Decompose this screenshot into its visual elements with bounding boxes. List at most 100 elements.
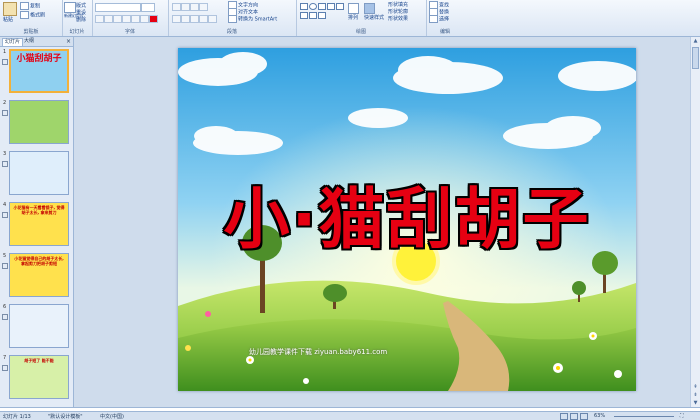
font-group-label: 字体 [124,29,135,35]
tab-slides[interactable]: 幻灯片 [2,38,24,46]
bullets-button[interactable] [172,3,181,11]
fit-to-window-icon[interactable]: ⛶ [680,413,684,419]
oval-shape-icon[interactable] [309,3,317,10]
copy-button[interactable]: 复制 [20,2,40,10]
delete-button[interactable]: 删除 [76,16,86,23]
slide-thumbnail-row[interactable]: 7 胡子短了 能不能 [0,355,73,403]
quick-styles-button[interactable]: 快速样式 [364,3,384,21]
next-slide-icon[interactable]: ⇟ [691,391,700,399]
layout-button[interactable]: 版式 [76,2,86,9]
rectangle-shape-icon[interactable] [300,3,308,10]
slides-group-label: 幻灯片 [69,29,85,35]
numbering-button[interactable] [181,3,190,11]
decrease-indent-button[interactable] [190,3,199,11]
increase-indent-button[interactable] [199,3,208,11]
brace-shape-icon[interactable] [318,12,326,19]
convert-smartart-button[interactable]: 转换为 SmartArt [228,15,277,23]
star-shape-icon[interactable] [300,12,308,19]
paragraph-group: 文字方向 对齐文本 转换为 SmartArt 段落 [168,0,297,36]
slide-thumbnail[interactable]: 小猫刮胡子 [9,49,69,93]
reset-button[interactable]: 重设 [76,9,86,16]
arrange-label: 排列 [348,15,359,21]
slide-thumbnail-row[interactable]: 5 小花猫觉得自己的胡子太长, 拿起剪刀把胡子剪短 [0,253,73,301]
thumbnail-text: 胡子短了 能不能 [24,358,54,363]
triangle-shape-icon[interactable] [336,3,344,10]
slide-thumbnail-row[interactable]: 6 [0,304,73,352]
clipboard-group: 粘贴 复制 格式刷 剪贴板 [0,0,63,36]
slide-thumbnail[interactable]: 小花猫有一天看看镜子, 觉得胡子太长, 拿来剪刀 [9,202,69,246]
convert-smartart-label: 转换为 SmartArt [238,16,278,23]
callout-shape-icon[interactable] [309,12,317,19]
slide-title[interactable]: 小·猫刮胡子 [178,166,636,262]
previous-slide-icon[interactable]: ⇞ [691,383,700,391]
shadow-button[interactable] [122,15,131,23]
slide-thumbnail-row[interactable]: 3 [0,151,73,199]
select-button[interactable]: 选择 [429,15,449,23]
scroll-up-icon[interactable]: ▲ [691,37,700,45]
align-right-button[interactable] [190,15,199,23]
align-center-button[interactable] [181,15,190,23]
slide-thumbnail[interactable]: 胡子短了 能不能 [9,355,69,399]
justify-button[interactable] [199,15,208,23]
scroll-down-icon[interactable]: ▼ [691,399,700,407]
shape-effects-button[interactable]: 形状效果 [388,15,408,22]
bold-button[interactable] [95,15,104,23]
strikethrough-button[interactable] [131,15,140,23]
format-painter-button[interactable]: 格式刷 [20,11,45,19]
drawing-group-label: 绘图 [355,29,366,35]
slide-number: 7 [3,355,7,361]
shape-fill-button[interactable]: 形状填充 [388,1,408,8]
font-color-button[interactable] [149,15,158,23]
thumbnail-text [10,152,68,158]
slide-thumbnail-row[interactable]: 4 小花猫有一天看看镜子, 觉得胡子太长, 拿来剪刀 [0,202,73,250]
underline-button[interactable] [113,15,122,23]
editing-group-label: 编辑 [439,29,450,35]
arrange-icon [348,3,359,14]
thumbnail-text [10,101,68,107]
paste-button[interactable]: 粘贴 [3,2,17,23]
zoom-slider[interactable] [614,416,674,417]
paste-icon [3,2,17,16]
slide-number: 3 [3,151,7,157]
close-icon[interactable]: × [66,38,71,45]
editing-group: 查找 替换 选择 编辑 [426,0,464,36]
char-spacing-button[interactable] [140,15,149,23]
pane-tabs: 幻灯片 大纲 × [0,37,73,47]
scroll-thumb[interactable] [692,47,699,69]
slide-number: 5 [3,253,7,259]
font-name-select[interactable] [95,3,141,12]
align-left-button[interactable] [172,15,181,23]
font-size-select[interactable] [141,3,155,12]
vertical-scrollbar[interactable]: ▲ ⇞ ⇟ ▼ [690,37,700,407]
slide-number: 4 [3,202,7,208]
thumbnail-text: 小花猫觉得自己的胡子太长, 拿起剪刀把胡子剪短 [14,256,64,266]
slide-thumbnail-row[interactable]: 1 小猫刮胡子 [0,49,73,97]
italic-button[interactable] [104,15,113,23]
slide-thumbnail[interactable] [9,151,69,195]
slide-thumbnail[interactable] [9,304,69,348]
copy-label: 复制 [30,3,41,10]
smartart-icon [228,15,237,23]
slide-thumbnail[interactable]: 小花猫觉得自己的胡子太长, 拿起剪刀把胡子剪短 [9,253,69,297]
delete-label: 删除 [76,17,87,23]
animation-icon [2,212,8,218]
line-shape-icon[interactable] [318,3,326,10]
tab-outline[interactable]: 大纲 [22,38,36,45]
slide-thumbnail[interactable] [9,100,69,144]
paragraph-group-label: 段落 [226,29,237,35]
slide-credit: 幼儿园教学课件下载 ziyuan.baby611.com [249,348,388,356]
arrange-button[interactable]: 排列 [348,3,359,21]
zoom-level[interactable]: 63% [594,413,605,419]
clipboard-group-label: 剪贴板 [23,29,39,35]
quick-styles-label: 快速样式 [364,15,385,21]
select-label: 选择 [439,16,450,23]
drawing-group: 排列 快速样式 形状填充 形状轮廓 形状效果 绘图 [296,0,427,36]
columns-button[interactable] [208,15,217,23]
slide-canvas[interactable]: 小·猫刮胡子 幼儿园教学课件下载 ziyuan.baby611.com [178,48,636,391]
slide-editor: 小·猫刮胡子 幼儿园教学课件下载 ziyuan.baby611.com ▲ ⇞ … [74,37,700,407]
slide-thumbnail-row[interactable]: 2 [0,100,73,148]
animation-icon [2,263,8,269]
shape-outline-button[interactable]: 形状轮廓 [388,8,408,15]
arrow-shape-icon[interactable] [327,3,335,10]
slide-number: 2 [3,100,7,106]
